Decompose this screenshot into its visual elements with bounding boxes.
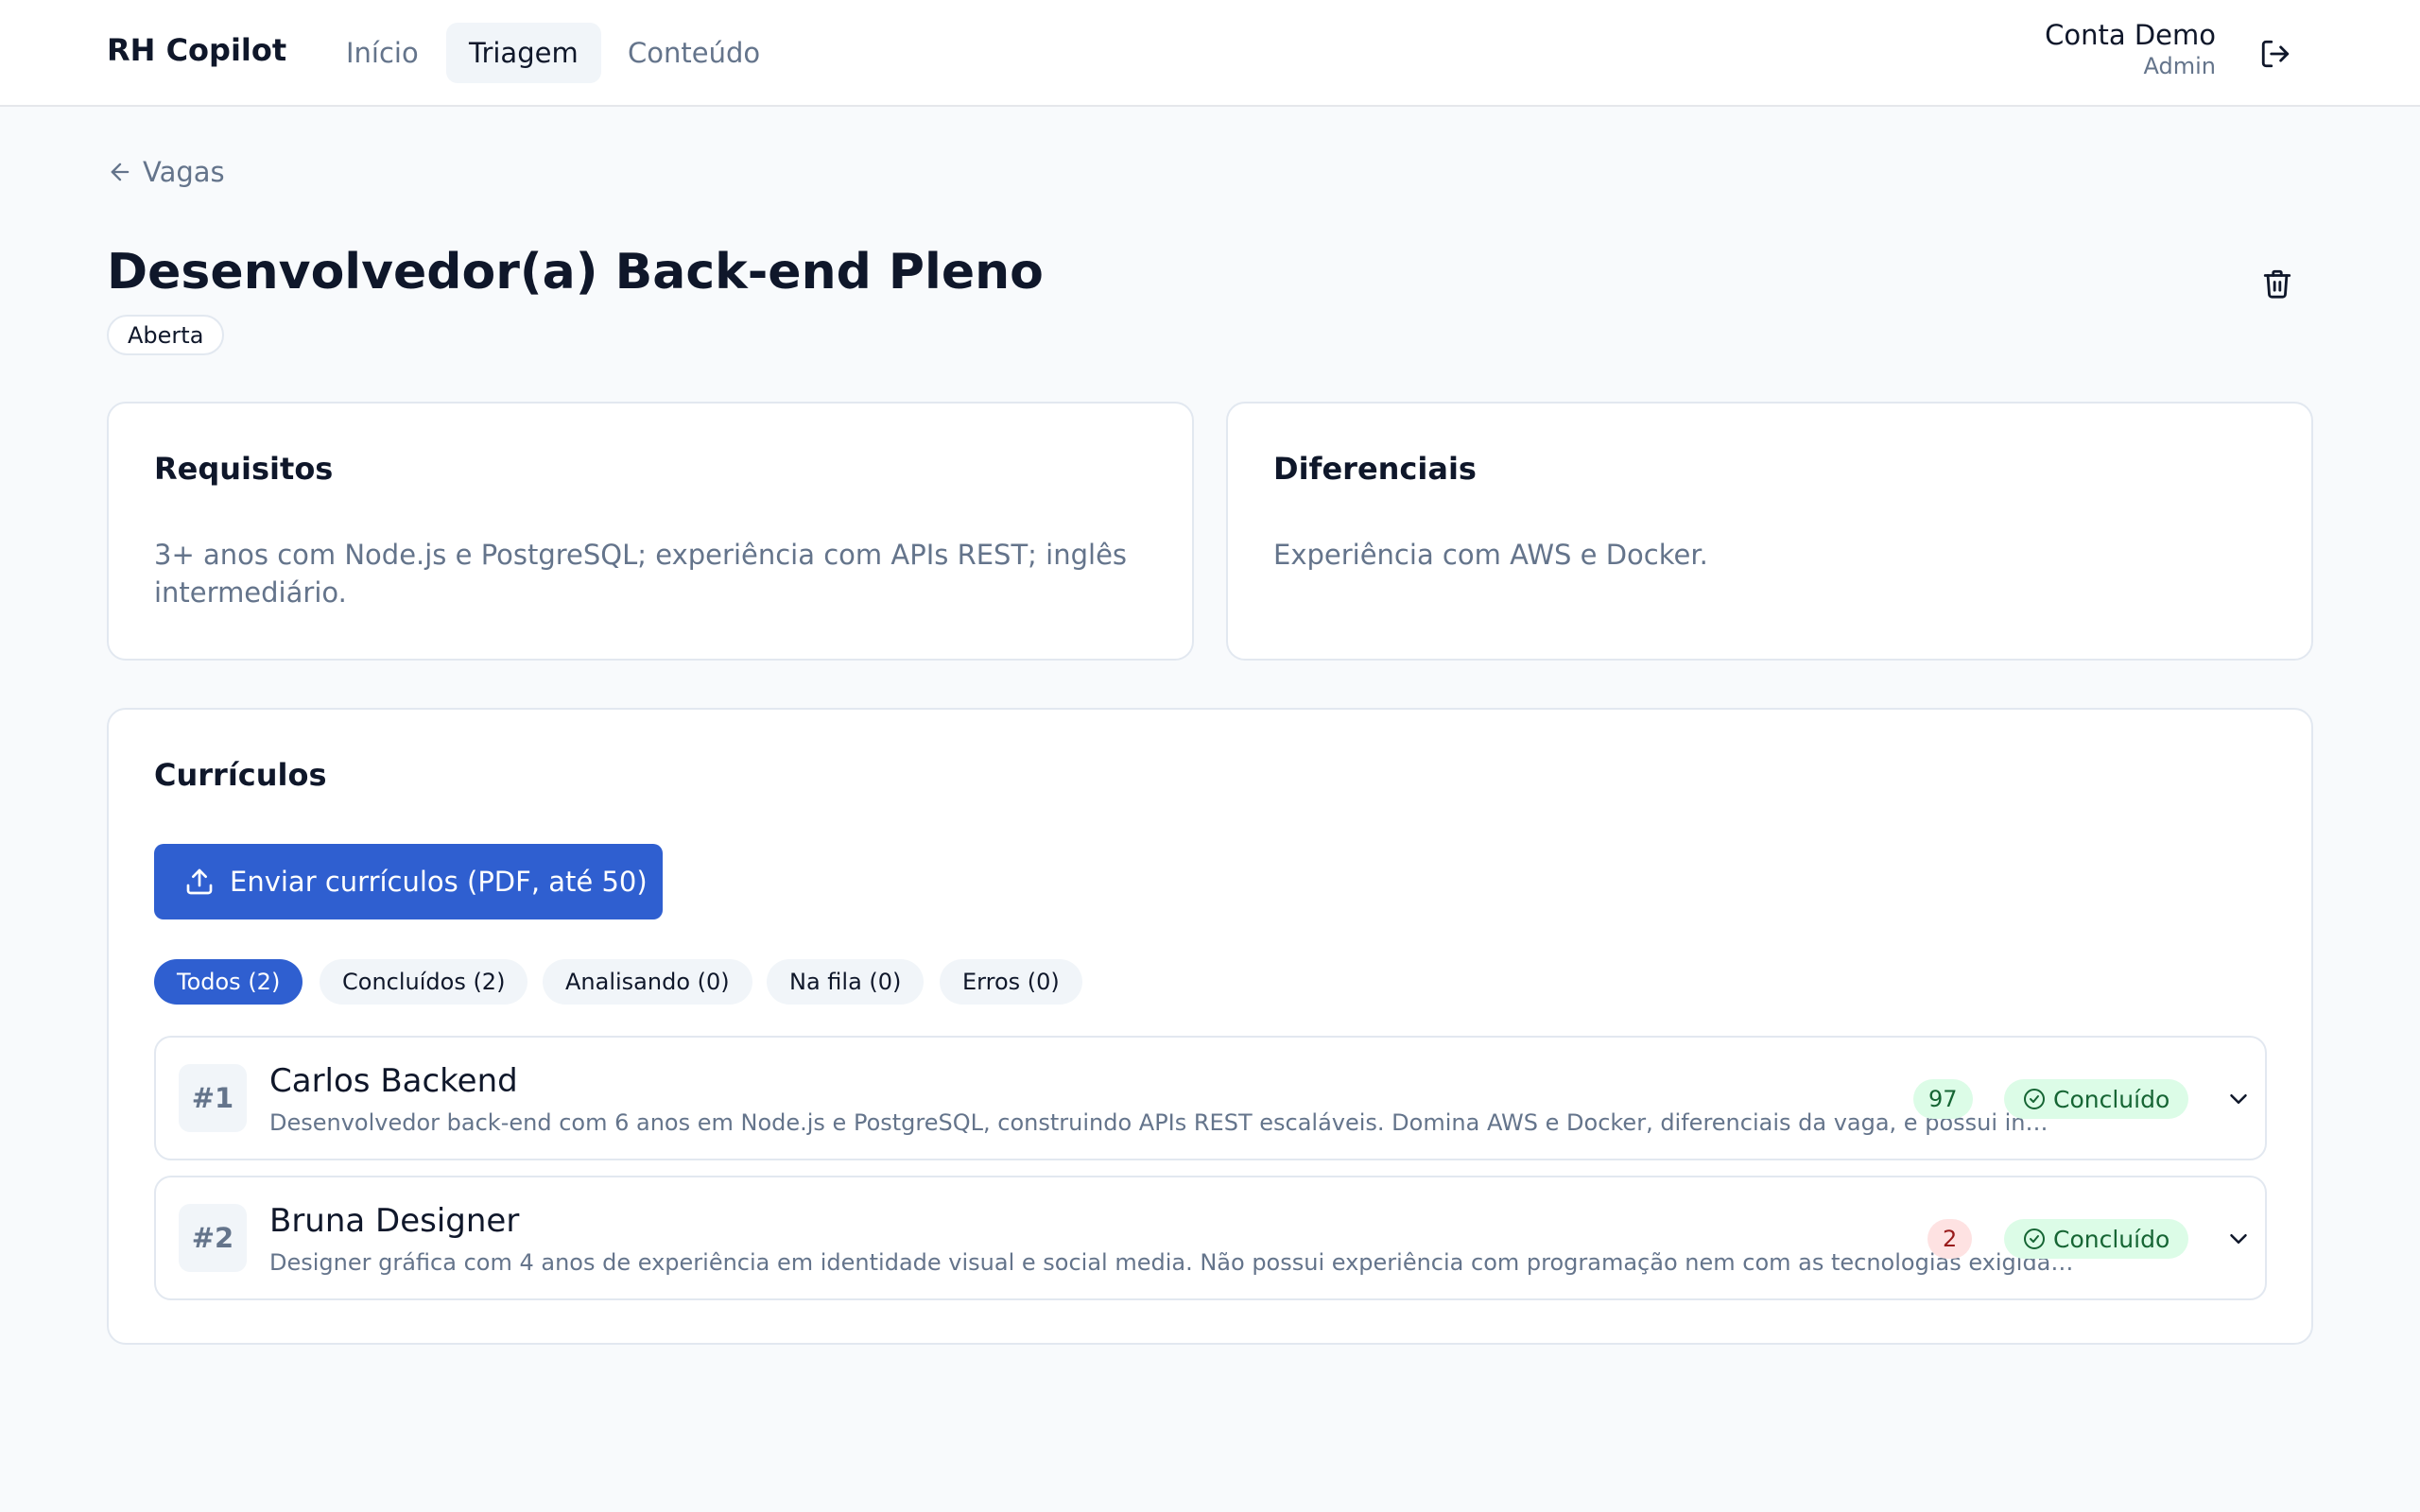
candidate-name: Bruna Designer bbox=[269, 1202, 520, 1240]
differentials-text: Experiência com AWS e Docker. bbox=[1273, 539, 1708, 571]
status-label: Concluído bbox=[2053, 1225, 2170, 1253]
candidate-summary: Designer gráfica com 4 anos de experiênc… bbox=[269, 1249, 2075, 1276]
logout-icon[interactable] bbox=[2259, 38, 2291, 70]
check-circle-icon bbox=[2024, 1228, 2045, 1249]
requirements-card: Requisitos 3+ anos com Node.js e Postgre… bbox=[107, 402, 1194, 661]
resumes-card: Currículos Enviar currículos (PDF, até 5… bbox=[107, 708, 2313, 1345]
job-status-badge: Aberta bbox=[107, 315, 225, 355]
upload-resumes-button[interactable]: Enviar currículos (PDF, até 50) bbox=[154, 844, 663, 919]
back-link-label: Vagas bbox=[143, 156, 225, 188]
filter-na-fila[interactable]: Na fila (0) bbox=[767, 959, 925, 1005]
candidate-summary: Desenvolvedor back-end com 6 anos em Nod… bbox=[269, 1109, 2056, 1136]
status-badge: Concluído bbox=[2004, 1219, 2189, 1259]
candidate-score: 97 bbox=[1913, 1079, 1973, 1119]
arrow-left-icon bbox=[111, 163, 130, 181]
requirements-text: 3+ anos com Node.js e PostgreSQL; experi… bbox=[154, 539, 1128, 609]
candidate-row[interactable]: #1 Carlos Backend Desenvolvedor back-end… bbox=[154, 1036, 2267, 1160]
filter-analisando[interactable]: Analisando (0) bbox=[543, 959, 752, 1005]
upload-icon bbox=[186, 868, 213, 895]
trash-icon[interactable] bbox=[2261, 267, 2293, 300]
page-title: Desenvolvedor(a) Back-end Pleno bbox=[107, 244, 1044, 301]
differentials-card: Diferenciais Experiência com AWS e Docke… bbox=[1226, 402, 2313, 661]
back-to-vagas-link[interactable]: Vagas bbox=[107, 153, 225, 191]
top-navbar: RH Copilot Início Triagem Conteúdo Conta… bbox=[0, 0, 2420, 107]
resumes-title: Currículos bbox=[154, 757, 327, 793]
status-badge: Concluído bbox=[2004, 1079, 2189, 1119]
chevron-down-icon[interactable] bbox=[2224, 1085, 2253, 1113]
check-circle-icon bbox=[2024, 1089, 2045, 1109]
upload-button-label: Enviar currículos (PDF, até 50) bbox=[230, 866, 648, 898]
nav-tab-triagem[interactable]: Triagem bbox=[446, 23, 601, 83]
filter-concluidos[interactable]: Concluídos (2) bbox=[320, 959, 528, 1005]
candidate-score: 2 bbox=[1927, 1219, 1973, 1259]
chevron-down-icon[interactable] bbox=[2224, 1225, 2253, 1253]
nav-tab-inicio[interactable]: Início bbox=[323, 23, 441, 83]
candidate-rank: #2 bbox=[179, 1204, 247, 1272]
candidate-row[interactable]: #2 Bruna Designer Designer gráfica com 4… bbox=[154, 1176, 2267, 1300]
differentials-title: Diferenciais bbox=[1273, 451, 1477, 487]
status-label: Concluído bbox=[2053, 1085, 2170, 1113]
brand-logo[interactable]: RH Copilot bbox=[107, 32, 286, 68]
candidate-name: Carlos Backend bbox=[269, 1062, 518, 1100]
account-role: Admin bbox=[2143, 53, 2217, 79]
filter-erros[interactable]: Erros (0) bbox=[940, 959, 1082, 1005]
requirements-title: Requisitos bbox=[154, 451, 334, 487]
account-name: Conta Demo bbox=[2045, 19, 2216, 51]
filter-todos[interactable]: Todos (2) bbox=[154, 959, 303, 1005]
candidate-rank: #1 bbox=[179, 1064, 247, 1132]
nav-tab-conteudo[interactable]: Conteúdo bbox=[605, 23, 783, 83]
